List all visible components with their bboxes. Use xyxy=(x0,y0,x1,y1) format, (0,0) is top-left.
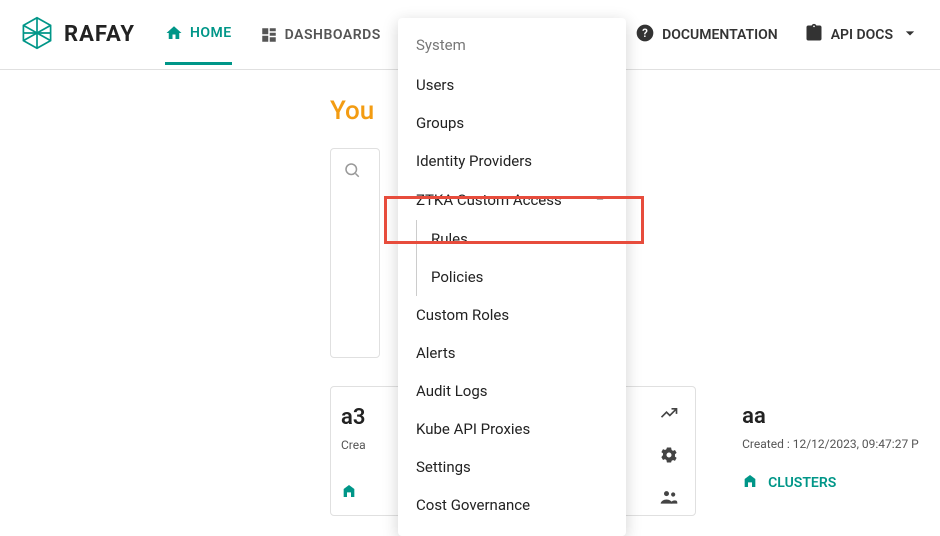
clusters-link[interactable]: CLUSTERS xyxy=(742,473,920,493)
dropdown-custom-roles[interactable]: Custom Roles xyxy=(398,296,626,334)
dropdown-rules[interactable]: Rules xyxy=(417,220,626,258)
dashboards-icon xyxy=(260,26,278,44)
trend-icon[interactable] xyxy=(659,403,679,427)
search-card xyxy=(330,148,380,358)
card-title: aa xyxy=(742,404,920,429)
dropdown-ztka-submenu: Rules Policies xyxy=(416,220,626,296)
api-docs-link[interactable]: API DOCS xyxy=(804,23,920,47)
users-icon[interactable] xyxy=(659,487,679,511)
building-icon xyxy=(742,473,758,493)
dropdown-users[interactable]: Users xyxy=(398,66,626,104)
dropdown-audit-logs[interactable]: Audit Logs xyxy=(398,372,626,410)
search-icon[interactable] xyxy=(343,163,361,184)
nav-home[interactable]: HOME xyxy=(165,5,232,65)
dropdown-ztka-custom-access[interactable]: ZTKA Custom Access xyxy=(398,180,626,220)
brand-name: RAFAY xyxy=(64,22,135,47)
gear-icon[interactable] xyxy=(659,445,679,469)
nav-dashboards-label: DASHBOARDS xyxy=(285,27,381,43)
chevron-up-icon xyxy=(592,190,608,210)
logo-area: RAFAY xyxy=(20,16,135,54)
help-icon: ? xyxy=(635,23,655,47)
card-side-icons xyxy=(659,403,679,511)
documentation-link[interactable]: ? DOCUMENTATION xyxy=(635,23,778,47)
dropdown-groups[interactable]: Groups xyxy=(398,104,626,142)
dropdown-policies[interactable]: Policies xyxy=(417,258,626,296)
nav-home-label: HOME xyxy=(190,25,232,41)
documentation-label: DOCUMENTATION xyxy=(662,27,778,43)
system-dropdown: System Users Groups Identity Providers Z… xyxy=(398,18,626,536)
building-icon xyxy=(341,484,357,503)
svg-text:?: ? xyxy=(642,26,648,40)
home-icon xyxy=(165,24,183,42)
dropdown-alerts[interactable]: Alerts xyxy=(398,334,626,372)
card-created: Created : 12/12/2023, 09:47:27 P xyxy=(742,437,920,451)
api-docs-label: API DOCS xyxy=(831,27,893,43)
main-nav: HOME DASHBOARDS xyxy=(165,5,381,65)
dropdown-header: System xyxy=(398,26,626,66)
caret-down-icon xyxy=(900,23,920,47)
dropdown-identity-providers[interactable]: Identity Providers xyxy=(398,142,626,180)
brand-logo-icon xyxy=(20,16,54,54)
clipboard-icon xyxy=(804,23,824,47)
dropdown-settings[interactable]: Settings xyxy=(398,448,626,486)
nav-dashboards[interactable]: DASHBOARDS xyxy=(260,5,381,65)
card-links: CLUSTERS xyxy=(742,473,920,493)
topbar-right: ? DOCUMENTATION API DOCS xyxy=(635,23,920,47)
dropdown-kube-api-proxies[interactable]: Kube API Proxies xyxy=(398,410,626,448)
dropdown-cost-governance[interactable]: Cost Governance xyxy=(398,486,626,524)
project-card-aa: aa Created : 12/12/2023, 09:47:27 P CLUS… xyxy=(722,386,940,516)
